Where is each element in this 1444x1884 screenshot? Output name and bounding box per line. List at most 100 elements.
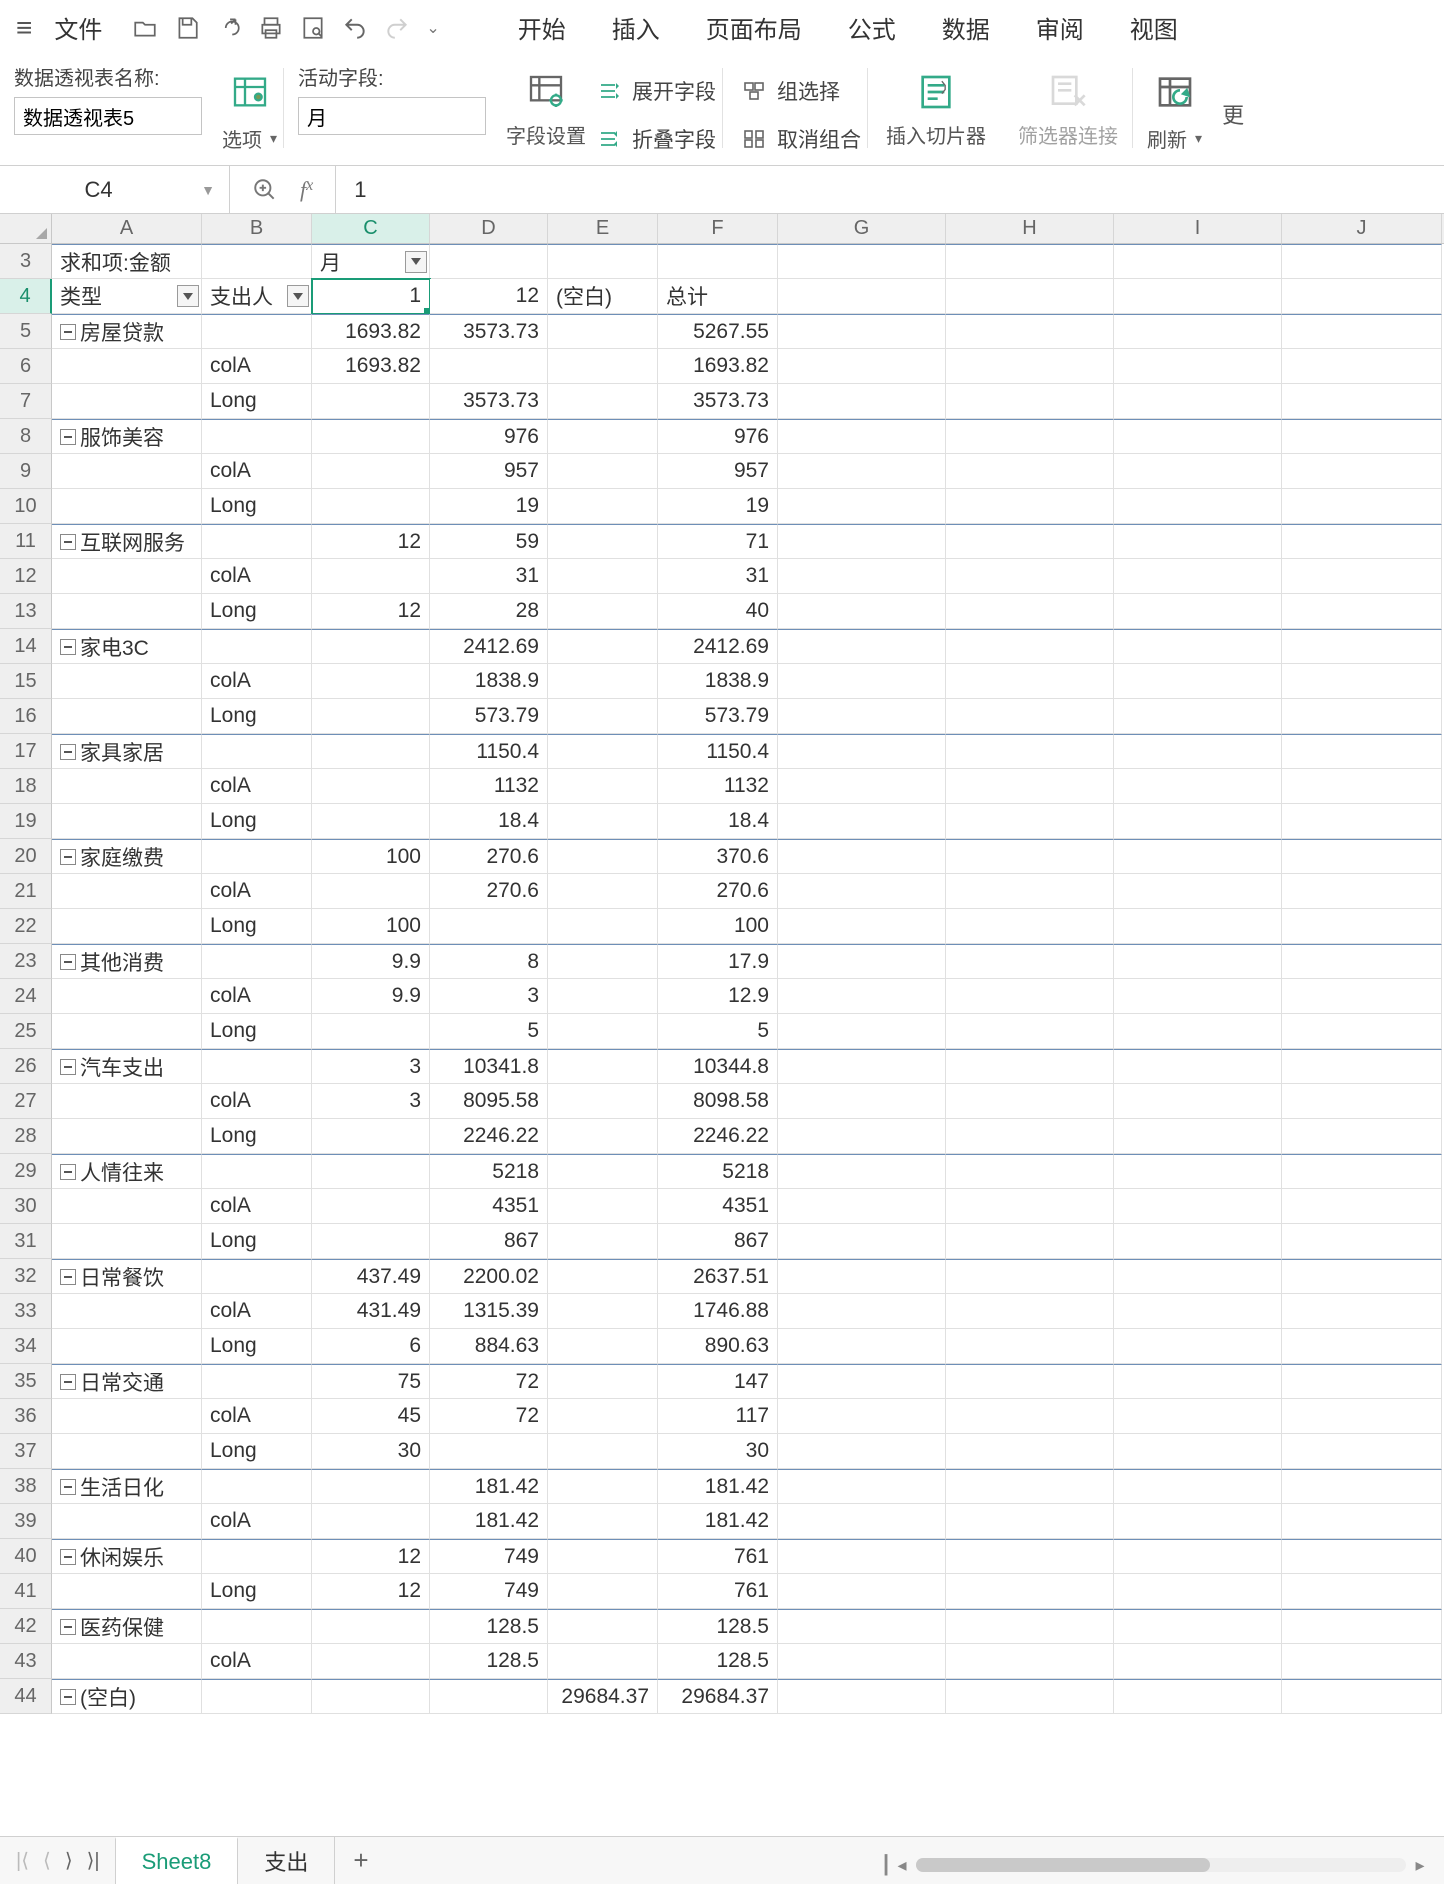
cell[interactable]: colA bbox=[202, 1644, 312, 1679]
cell[interactable] bbox=[1282, 1014, 1442, 1049]
cell[interactable]: (空白) bbox=[548, 279, 658, 314]
cell[interactable]: colA bbox=[202, 664, 312, 699]
cell[interactable]: 29684.37 bbox=[658, 1679, 778, 1714]
row-header[interactable]: 18 bbox=[0, 769, 52, 804]
cell[interactable] bbox=[1114, 909, 1282, 944]
cell[interactable] bbox=[1282, 944, 1442, 979]
cell[interactable]: 28 bbox=[430, 594, 548, 629]
cell[interactable]: 976 bbox=[430, 419, 548, 454]
cell[interactable] bbox=[778, 1154, 946, 1189]
cell[interactable]: 30 bbox=[658, 1434, 778, 1469]
cell[interactable] bbox=[548, 349, 658, 384]
cell[interactable] bbox=[946, 384, 1114, 419]
field-settings-button[interactable]: 字段设置 bbox=[500, 68, 592, 153]
cell[interactable]: 976 bbox=[658, 419, 778, 454]
cell[interactable]: 3 bbox=[312, 1084, 430, 1119]
collapse-icon[interactable] bbox=[60, 324, 76, 340]
cell[interactable] bbox=[312, 384, 430, 419]
cell[interactable] bbox=[52, 1574, 202, 1609]
cell[interactable] bbox=[312, 1469, 430, 1504]
cell[interactable]: 437.49 bbox=[312, 1259, 430, 1294]
cell[interactable] bbox=[946, 664, 1114, 699]
cell[interactable] bbox=[1282, 244, 1442, 279]
cell[interactable] bbox=[548, 1154, 658, 1189]
cell[interactable] bbox=[946, 699, 1114, 734]
cell[interactable] bbox=[946, 1259, 1114, 1294]
cell[interactable] bbox=[1282, 419, 1442, 454]
cell[interactable]: 1693.82 bbox=[312, 314, 430, 349]
col-I[interactable]: I bbox=[1114, 214, 1282, 243]
collapse-icon[interactable] bbox=[60, 1689, 76, 1705]
cell[interactable] bbox=[1114, 1224, 1282, 1259]
cell[interactable]: 749 bbox=[430, 1539, 548, 1574]
cell[interactable] bbox=[778, 1399, 946, 1434]
next-sheet-icon[interactable]: ⟩ bbox=[65, 1848, 73, 1873]
cell[interactable] bbox=[1114, 454, 1282, 489]
cell[interactable] bbox=[430, 244, 548, 279]
qat-dropdown-icon[interactable]: ⌄ bbox=[426, 18, 439, 38]
row-header[interactable]: 9 bbox=[0, 454, 52, 489]
cell[interactable] bbox=[1282, 1224, 1442, 1259]
row-header[interactable]: 34 bbox=[0, 1329, 52, 1364]
cell[interactable]: 72 bbox=[430, 1364, 548, 1399]
cell[interactable] bbox=[1282, 804, 1442, 839]
cell[interactable] bbox=[548, 1224, 658, 1259]
active-field-input[interactable] bbox=[298, 97, 486, 135]
cell[interactable] bbox=[548, 1609, 658, 1644]
cell[interactable]: 867 bbox=[430, 1224, 548, 1259]
cell[interactable] bbox=[778, 1224, 946, 1259]
cell[interactable] bbox=[548, 629, 658, 664]
cell[interactable] bbox=[1114, 384, 1282, 419]
cell[interactable]: colA bbox=[202, 979, 312, 1014]
row-header[interactable]: 7 bbox=[0, 384, 52, 419]
cell[interactable] bbox=[1282, 1609, 1442, 1644]
cell[interactable] bbox=[202, 944, 312, 979]
cell[interactable] bbox=[946, 804, 1114, 839]
row-header[interactable]: 41 bbox=[0, 1574, 52, 1609]
formula-input[interactable]: 1 bbox=[335, 166, 1444, 213]
cell[interactable] bbox=[548, 874, 658, 909]
cell[interactable] bbox=[548, 1189, 658, 1224]
cell[interactable] bbox=[1282, 559, 1442, 594]
cell[interactable] bbox=[202, 524, 312, 559]
cell[interactable] bbox=[1114, 1084, 1282, 1119]
cell[interactable]: 270.6 bbox=[658, 874, 778, 909]
cell[interactable] bbox=[312, 1014, 430, 1049]
cell[interactable] bbox=[1114, 1154, 1282, 1189]
cell[interactable]: 2412.69 bbox=[658, 629, 778, 664]
cell[interactable]: 957 bbox=[658, 454, 778, 489]
cell[interactable] bbox=[778, 244, 946, 279]
cell[interactable] bbox=[1282, 1469, 1442, 1504]
row-header[interactable]: 43 bbox=[0, 1644, 52, 1679]
ungroup-button[interactable]: 取消组合 bbox=[737, 120, 867, 158]
cell[interactable] bbox=[1114, 489, 1282, 524]
cell[interactable] bbox=[312, 1679, 430, 1714]
last-sheet-icon[interactable]: ⟩| bbox=[87, 1848, 100, 1873]
cell[interactable]: colA bbox=[202, 1399, 312, 1434]
cell[interactable] bbox=[312, 454, 430, 489]
cell[interactable] bbox=[1114, 1504, 1282, 1539]
cell[interactable] bbox=[202, 1609, 312, 1644]
cell[interactable]: 1693.82 bbox=[658, 349, 778, 384]
cell[interactable] bbox=[946, 944, 1114, 979]
cell[interactable]: 128.5 bbox=[658, 1644, 778, 1679]
horizontal-scrollbar[interactable]: ┃ ◂ ▸ bbox=[878, 1856, 1428, 1874]
cell[interactable] bbox=[1282, 1329, 1442, 1364]
cell[interactable]: 12.9 bbox=[658, 979, 778, 1014]
cell[interactable] bbox=[1282, 314, 1442, 349]
cell[interactable] bbox=[52, 1294, 202, 1329]
cell[interactable] bbox=[946, 1224, 1114, 1259]
row-header[interactable]: 30 bbox=[0, 1189, 52, 1224]
cell[interactable] bbox=[1282, 454, 1442, 489]
cell[interactable] bbox=[658, 244, 778, 279]
first-sheet-icon[interactable]: |⟨ bbox=[16, 1848, 29, 1873]
cell[interactable] bbox=[946, 979, 1114, 1014]
cell[interactable] bbox=[778, 944, 946, 979]
cell[interactable] bbox=[312, 419, 430, 454]
cell[interactable]: 房屋贷款 bbox=[52, 314, 202, 349]
cell[interactable] bbox=[778, 1469, 946, 1504]
sheet-tab-active[interactable]: Sheet8 bbox=[115, 1837, 239, 1884]
cell[interactable] bbox=[1282, 769, 1442, 804]
cell[interactable] bbox=[1114, 1364, 1282, 1399]
cell[interactable] bbox=[312, 1644, 430, 1679]
